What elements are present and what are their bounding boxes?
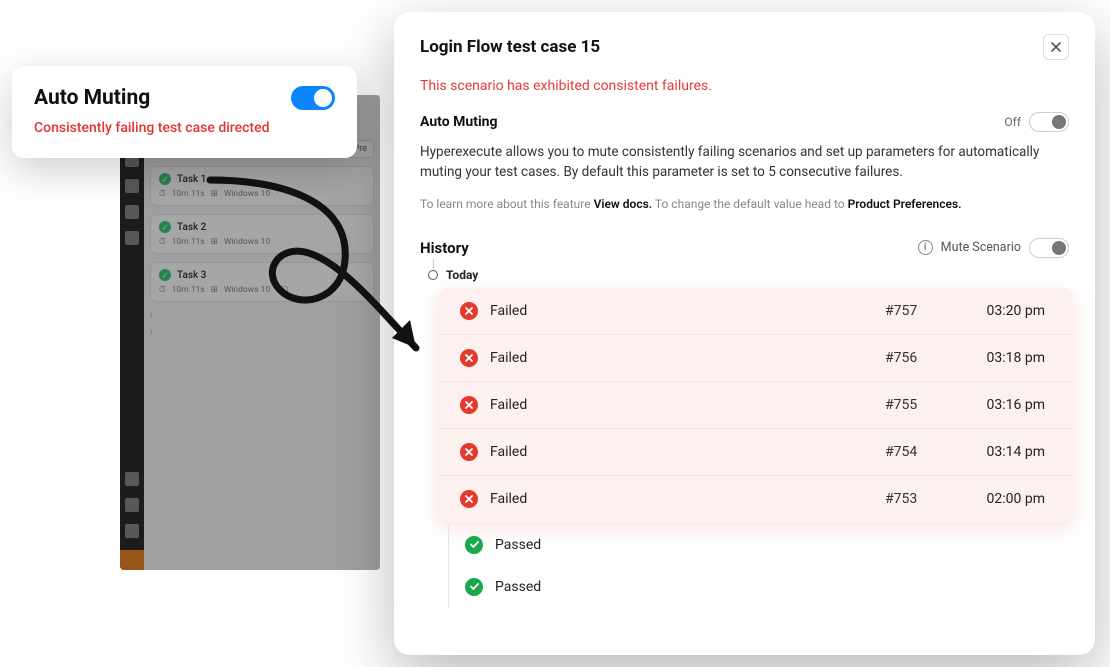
automute-subtitle: Consistently failing test case directed bbox=[34, 120, 335, 136]
failed-runs-block: Failed #757 03:20 pm Failed #756 03:18 p… bbox=[438, 288, 1073, 522]
modal-title: Login Flow test case 15 bbox=[420, 37, 600, 57]
history-row[interactable]: Failed #756 03:18 pm bbox=[438, 334, 1073, 381]
history-row[interactable]: Failed #753 02:00 pm bbox=[438, 475, 1073, 522]
automute-toggle[interactable] bbox=[291, 86, 335, 110]
nav-icon bbox=[125, 179, 139, 193]
history-heading: History bbox=[420, 239, 469, 257]
check-icon: ✓ bbox=[159, 173, 171, 185]
automute-title: Auto Muting bbox=[34, 86, 150, 110]
history-row[interactable]: Failed #754 03:14 pm bbox=[438, 428, 1073, 475]
automute-callout-card: Auto Muting Consistently failing test ca… bbox=[12, 66, 357, 158]
check-icon: ✓ bbox=[159, 221, 171, 233]
product-preferences-link[interactable]: Product Preferences. bbox=[848, 197, 962, 211]
pass-icon bbox=[465, 536, 483, 554]
pass-icon bbox=[465, 578, 483, 596]
check-icon: ✓ bbox=[159, 269, 171, 281]
nav-icon bbox=[125, 524, 139, 538]
automute-description: Hyperexecute allows you to mute consiste… bbox=[420, 142, 1069, 183]
fail-icon bbox=[460, 396, 478, 414]
passed-runs-block: Passed Passed bbox=[448, 524, 1069, 608]
automute-section-heading: Auto Muting bbox=[420, 114, 498, 130]
today-label: Today bbox=[446, 268, 478, 282]
task-card[interactable]: ✓Task 1 ⏱10m 11s⊞Windows 10· bbox=[150, 166, 374, 206]
fail-icon bbox=[460, 490, 478, 508]
view-docs-link[interactable]: View docs. bbox=[594, 197, 653, 211]
fail-icon bbox=[460, 349, 478, 367]
nav-icon bbox=[125, 231, 139, 245]
failure-alert: This scenario has exhibited consistent f… bbox=[420, 78, 1069, 94]
history-row[interactable]: Passed bbox=[455, 566, 1069, 608]
automute-modal-toggle[interactable] bbox=[1029, 112, 1069, 132]
bg-sidebar bbox=[120, 95, 144, 570]
nav-icon bbox=[125, 498, 139, 512]
task-card[interactable]: ✓Task 3 ⏱10m 11s⊞Windows 10· ▢ bbox=[150, 262, 374, 302]
bg-main: est Dura m 55s 2m 21s Status▾ ⌕ Search P… bbox=[144, 95, 380, 570]
close-button[interactable] bbox=[1043, 34, 1069, 60]
timeline-marker-icon bbox=[428, 270, 438, 280]
history-timeline: Today Failed #757 03:20 pm Failed #756 0… bbox=[420, 268, 1069, 608]
automute-state-label: Off bbox=[1004, 115, 1021, 129]
task-card[interactable]: ✓Task 2 ⏱10m 11s⊞Windows 10 bbox=[150, 214, 374, 254]
fail-icon bbox=[460, 443, 478, 461]
fail-icon bbox=[460, 302, 478, 320]
nav-accent bbox=[120, 550, 144, 570]
nav-icon bbox=[125, 205, 139, 219]
history-row[interactable]: Passed bbox=[455, 524, 1069, 566]
info-icon: i bbox=[918, 240, 933, 255]
mute-scenario-toggle[interactable] bbox=[1029, 238, 1069, 258]
history-row[interactable]: Failed #757 03:20 pm bbox=[438, 288, 1073, 334]
background-app: est Dura m 55s 2m 21s Status▾ ⌕ Search P… bbox=[120, 95, 380, 570]
mute-scenario-label: Mute Scenario bbox=[941, 240, 1021, 255]
nav-icon bbox=[125, 472, 139, 486]
automute-meta: To learn more about this feature View do… bbox=[420, 195, 1069, 214]
history-row[interactable]: Failed #755 03:16 pm bbox=[438, 381, 1073, 428]
scenario-modal: Login Flow test case 15 This scenario ha… bbox=[394, 12, 1095, 655]
